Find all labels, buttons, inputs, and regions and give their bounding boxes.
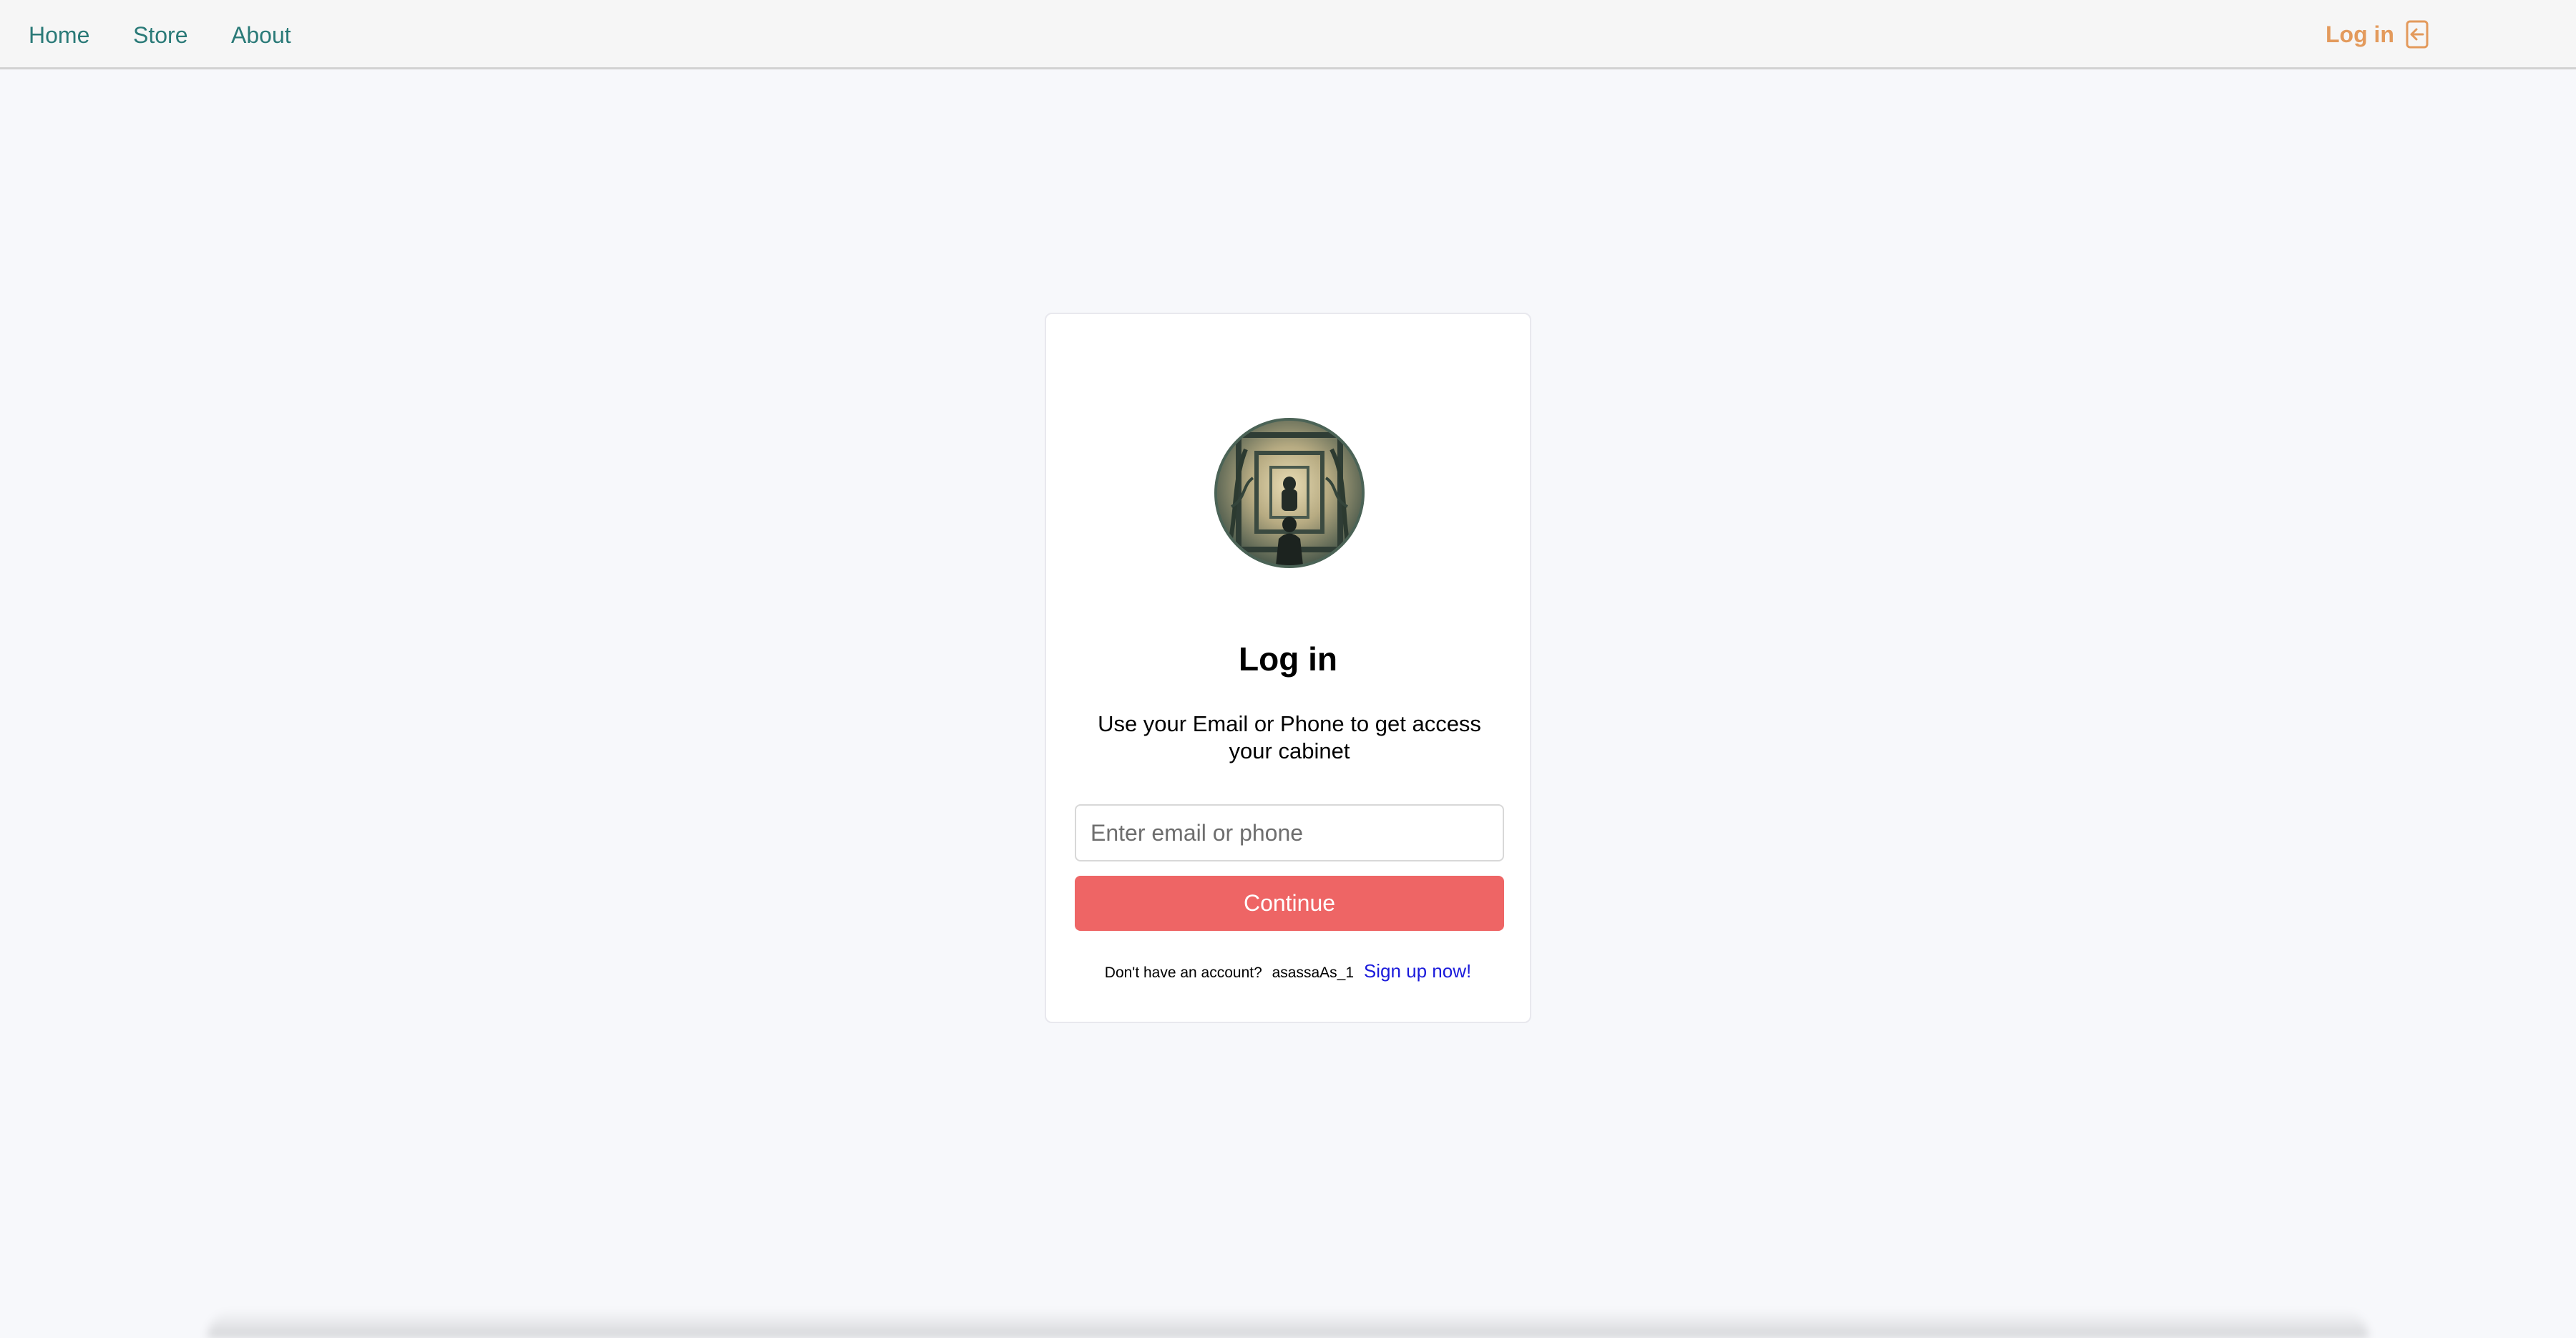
nav-home-link[interactable]: Home	[29, 21, 89, 49]
signup-link[interactable]: Sign up now!	[1364, 960, 1471, 982]
nav-about-link[interactable]: About	[231, 21, 291, 49]
nav-login-label: Log in	[2326, 21, 2394, 47]
nav-store-link[interactable]: Store	[133, 21, 187, 49]
nav-login-button[interactable]: Log in	[2326, 19, 2429, 50]
top-navigation: Home Store About Log in	[0, 0, 2576, 69]
email-or-phone-input[interactable]	[1075, 804, 1504, 861]
login-card: Log in Use your Email or Phone to get ac…	[1045, 313, 1531, 1023]
avatar	[1214, 418, 1365, 568]
no-account-text: Don't have an account?	[1104, 965, 1262, 981]
login-arrow-icon	[2406, 20, 2429, 49]
continue-button[interactable]: Continue	[1075, 876, 1504, 931]
username-text: asassaAs_1	[1272, 965, 1355, 981]
bottom-shadow	[208, 1309, 2368, 1338]
page-title: Log in	[1239, 640, 1337, 678]
signup-prompt: Don't have an account? asassaAs_1 Sign u…	[1046, 960, 1530, 984]
login-subtitle: Use your Email or Phone to get access yo…	[1098, 711, 1481, 763]
